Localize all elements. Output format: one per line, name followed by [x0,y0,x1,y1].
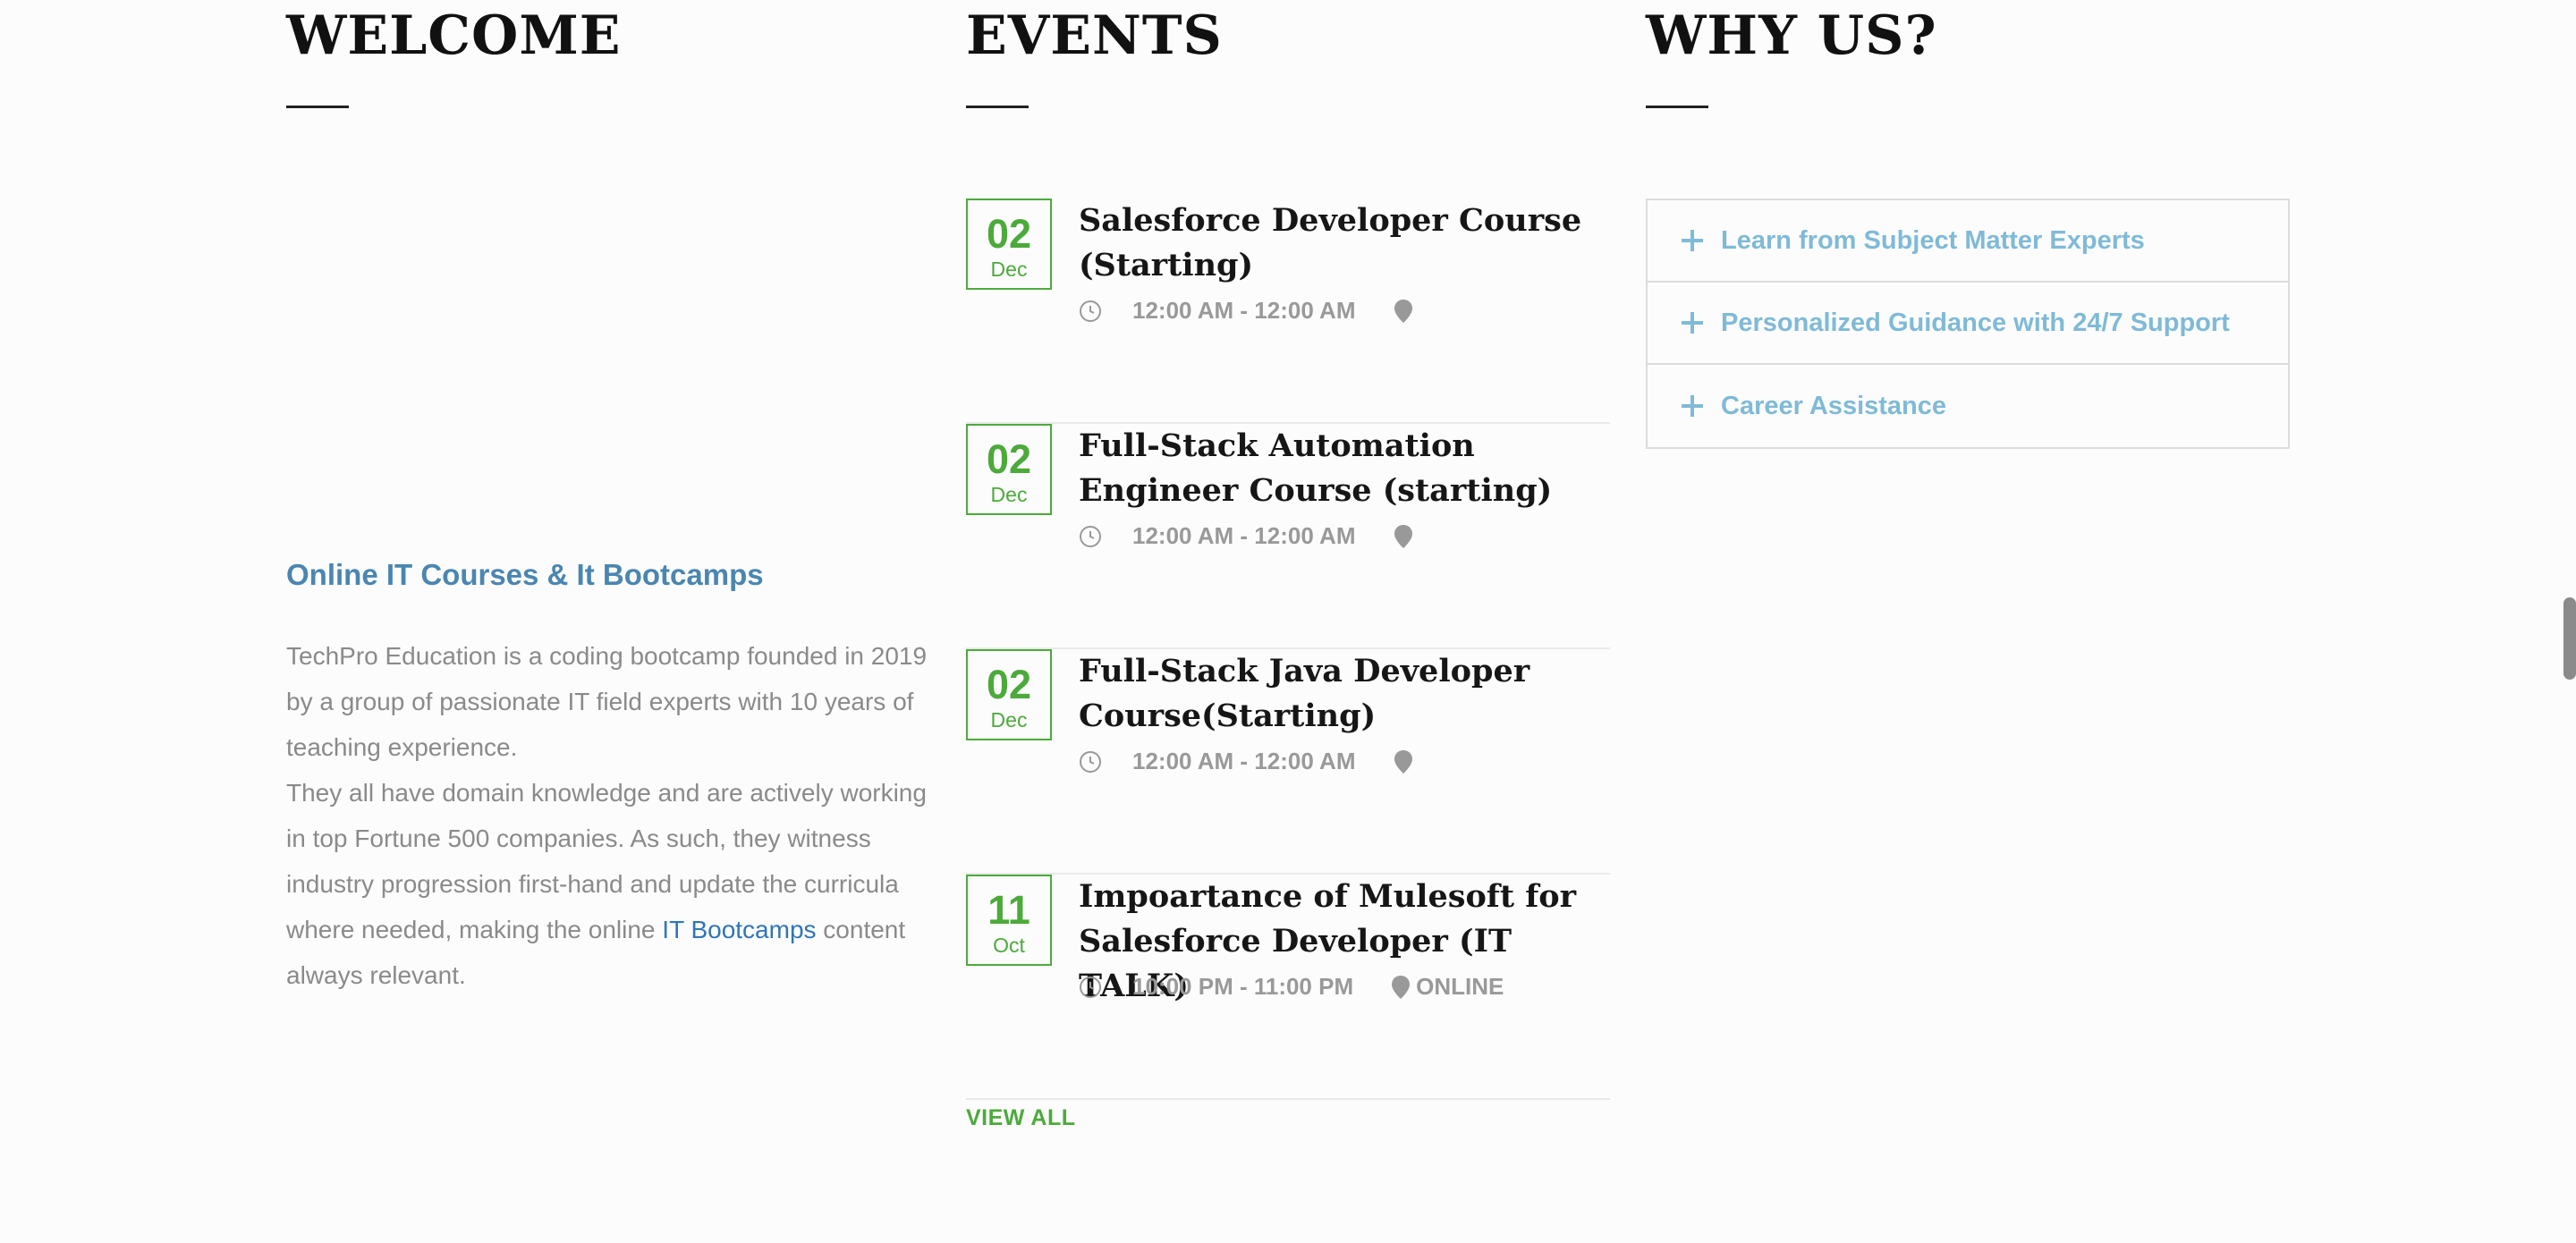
events-section: EVENTS 02 Dec Salesforce Developer Cours… [966,0,1610,1130]
location-pin-icon [1394,524,1412,548]
welcome-paragraph-1: TechPro Education is a coding bootcamp f… [286,642,928,761]
it-bootcamps-link[interactable]: IT Bootcamps [662,916,816,943]
event-date-box: 02 Dec [966,424,1052,515]
event-item[interactable]: 02 Dec Full-Stack Automation Engineer Co… [966,424,1610,649]
why-us-section: WHY US? Learn from Subject Matter Expert… [1646,0,2290,449]
page-scrollbar-thumb[interactable] [2563,597,2576,680]
welcome-section: WELCOME Online IT Courses & It Bootcamps… [286,0,930,989]
event-date-box: 02 Dec [966,199,1052,290]
event-time: 12:00 AM - 12:00 AM [1132,748,1356,774]
accordion-item-label: Learn from Subject Matter Experts [1721,225,2145,255]
event-month: Oct [993,934,1025,957]
clock-icon [1080,525,1101,547]
why-us-title: WHY US? [1646,4,1937,67]
event-meta: 10:00 PM - 11:00 PM ONLINE [1079,973,1504,1001]
event-date-box: 11 Oct [966,875,1052,966]
accordion-item-career[interactable]: Career Assistance [1648,365,2288,447]
accordion-item-support[interactable]: Personalized Guidance with 24/7 Support [1648,283,2288,365]
event-day: 02 [986,211,1032,257]
title-divider [286,106,349,108]
event-day: 11 [987,887,1030,933]
event-title[interactable]: Salesforce Developer Course (Starting) [1079,199,1615,288]
clock-icon [1080,976,1101,998]
location-pin-icon [1394,299,1412,323]
event-time: 12:00 AM - 12:00 AM [1132,297,1356,324]
plus-icon [1682,230,1703,251]
clock-icon [1080,300,1101,322]
events-title: EVENTS [966,4,1223,67]
accordion-item-label: Personalized Guidance with 24/7 Support [1721,308,2230,337]
event-day: 02 [986,436,1032,482]
title-divider [966,106,1029,108]
accordion-item-experts[interactable]: Learn from Subject Matter Experts [1648,200,2288,283]
why-us-accordion: Learn from Subject Matter Experts Person… [1646,199,2290,449]
event-item[interactable]: 02 Dec Full-Stack Java Developer Course(… [966,649,1610,875]
event-title[interactable]: Full-Stack Java Developer Course(Startin… [1079,649,1615,739]
event-month: Dec [990,483,1028,506]
event-time: 10:00 PM - 11:00 PM [1132,973,1354,1000]
event-meta: 12:00 AM - 12:00 AM [1079,297,1419,325]
event-location: ONLINE [1416,973,1504,1000]
event-meta: 12:00 AM - 12:00 AM [1079,522,1419,550]
event-month: Dec [990,708,1028,731]
location-pin-icon [1392,975,1411,999]
event-title[interactable]: Full-Stack Automation Engineer Course (s… [1079,424,1615,513]
event-item[interactable]: 11 Oct Impoartance of Mulesoft for Sales… [966,875,1610,1100]
location-pin-icon [1394,749,1412,774]
title-divider [1646,106,1708,108]
event-meta: 12:00 AM - 12:00 AM [1079,748,1419,775]
welcome-title: WELCOME [286,4,622,67]
welcome-subtitle: Online IT Courses & It Bootcamps [286,558,764,591]
accordion-item-label: Career Assistance [1721,391,1947,420]
view-all-link[interactable]: VIEW ALL [966,1105,1076,1131]
clock-icon [1080,750,1101,773]
event-time: 12:00 AM - 12:00 AM [1132,522,1356,549]
plus-icon [1682,395,1703,417]
welcome-description: TechPro Education is a coding bootcamp f… [286,633,939,998]
event-date-box: 02 Dec [966,649,1052,740]
event-item[interactable]: 02 Dec Salesforce Developer Course (Star… [966,199,1610,424]
event-month: Dec [990,258,1028,281]
plus-icon [1682,312,1703,334]
event-day: 02 [986,662,1032,707]
welcome-paragraph-2: They all have domain knowledge and are a… [286,770,939,998]
